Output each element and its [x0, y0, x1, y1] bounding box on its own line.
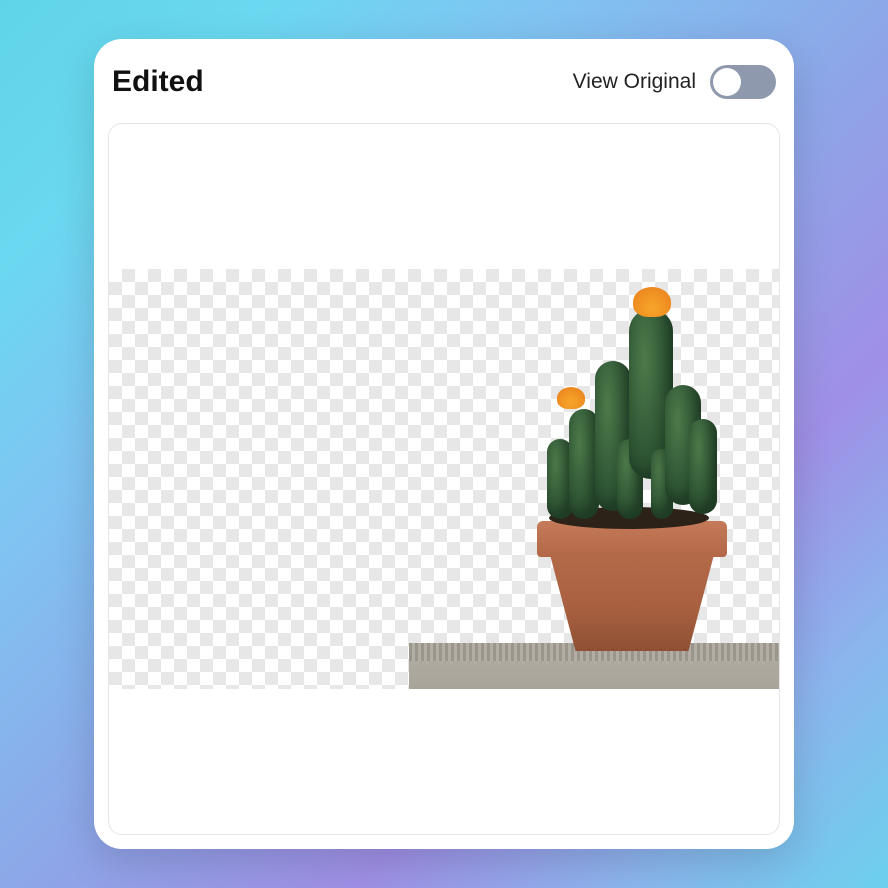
toggle-knob-icon [713, 68, 741, 96]
view-original-group: View Original [573, 65, 776, 99]
image-preview-frame [108, 123, 780, 835]
cactus-stem [689, 419, 717, 514]
editor-card: Edited View Original [94, 39, 794, 849]
flower-icon [633, 287, 671, 317]
view-original-toggle[interactable] [710, 65, 776, 99]
flower-pot [537, 521, 727, 651]
pot-body [549, 551, 715, 651]
toggle-label: View Original [573, 70, 696, 94]
header: Edited View Original [108, 53, 780, 123]
page-title: Edited [112, 65, 204, 99]
transparency-checker-icon [109, 269, 779, 689]
flower-icon [557, 387, 585, 409]
cactus-plant-icon [539, 299, 719, 529]
